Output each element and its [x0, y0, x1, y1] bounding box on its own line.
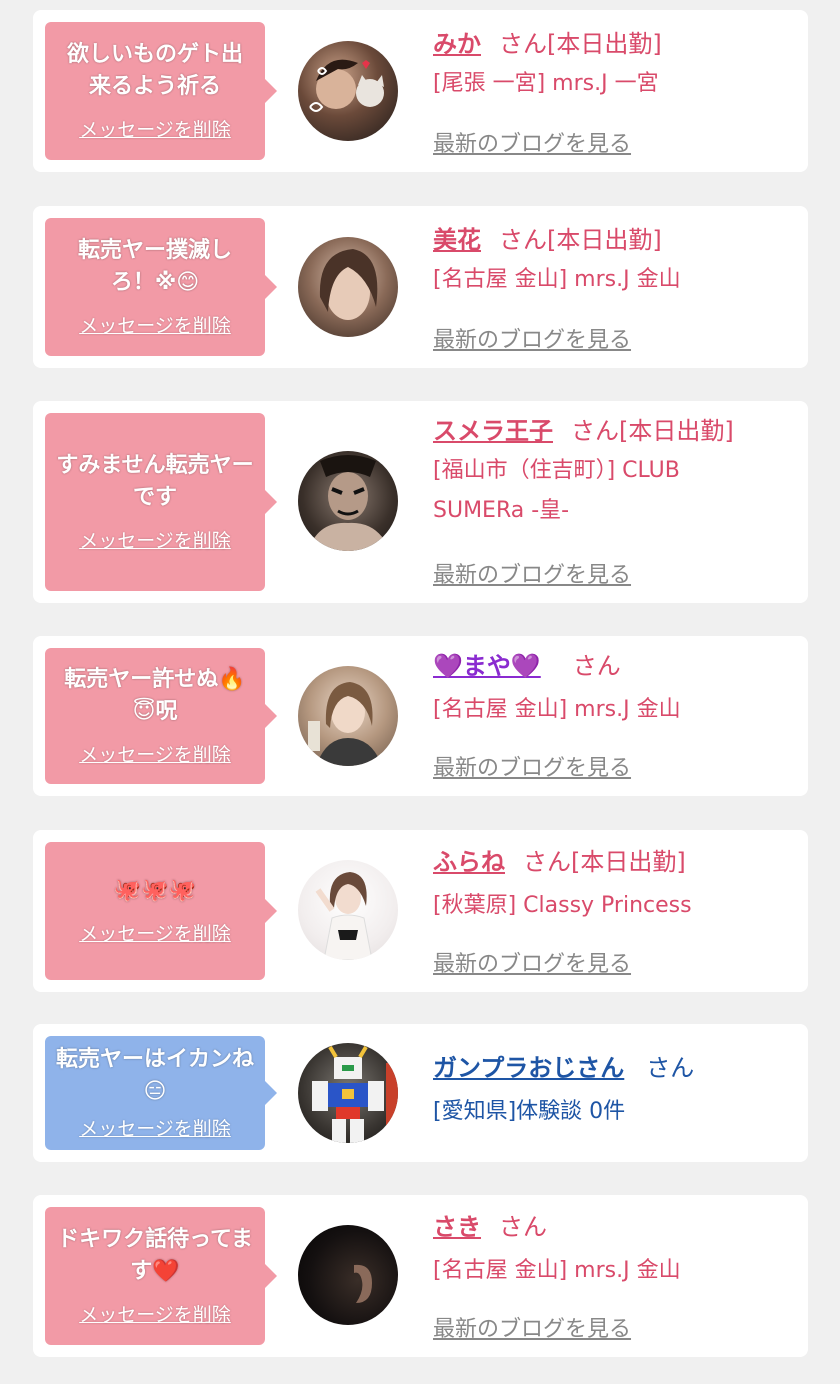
avatar[interactable] — [298, 451, 398, 551]
name-line: スメラ王子 さん[本日出勤] — [433, 411, 798, 451]
message-card: 転売ヤー許せぬ🔥😇呪 メッセージを削除 💜まや💜 さん [名古屋 金山] mrs.… — [33, 636, 808, 796]
message-text: 転売ヤー撲滅しろ！※😊 — [77, 237, 232, 295]
cast-name-link[interactable]: みか — [433, 30, 481, 58]
message-text: 欲しいものゲト出来るよう祈る — [66, 41, 243, 99]
message-bubble: 転売ヤー撲滅しろ！※😊 メッセージを削除 — [45, 218, 277, 356]
avatar[interactable] — [298, 666, 398, 766]
blog-link[interactable]: 最新のブログを見る — [433, 322, 631, 354]
message-text: ドキワク話待ってます❤️ — [57, 1226, 253, 1284]
cast-status: さん — [572, 652, 621, 680]
cast-name-link[interactable]: 美花 — [433, 226, 481, 254]
message-bubble: 欲しいものゲト出来るよう祈る メッセージを削除 — [45, 22, 277, 160]
cast-info: スメラ王子 さん[本日出勤] [福山市（住吉町）] CLUB SUMERa -皇- — [433, 411, 798, 531]
cast-status: さん — [646, 1054, 695, 1082]
dark-ear-closeup-photo-icon — [354, 1264, 372, 1303]
name-line: ふらね さん[本日出勤] — [433, 842, 798, 882]
name-line: 美花 さん[本日出勤] — [433, 220, 798, 260]
woman-posing-photo-icon — [315, 872, 373, 960]
woman-smiling-photo-icon — [308, 682, 382, 766]
message-text: 🐙🐙🐙 — [113, 877, 197, 903]
message-bubble: ドキワク話待ってます❤️ メッセージを削除 — [45, 1207, 277, 1345]
message-card: すみません転売ヤーです メッセージを削除 スメラ王子 さん[本日出勤] [福山市（… — [33, 401, 808, 603]
cast-status: さん[本日出勤] — [499, 30, 662, 58]
message-card: 🐙🐙🐙 メッセージを削除 ふらね さん[本日出勤] [秋葉原] Classy Pr… — [33, 830, 808, 992]
avatar[interactable] — [298, 237, 398, 337]
cast-name-link[interactable]: ガンプラおじさん — [433, 1054, 624, 1082]
name-line: ガンプラおじさん さん — [433, 1048, 798, 1088]
cast-status: さん[本日出勤] — [499, 226, 662, 254]
delete-message-link[interactable]: メッセージを削除 — [79, 1300, 231, 1327]
delete-message-link[interactable]: メッセージを削除 — [79, 919, 231, 946]
cast-info: 美花 さん[本日出勤] [名古屋 金山] mrs.J 金山 — [433, 220, 798, 300]
message-card: 転売ヤー撲滅しろ！※😊 メッセージを削除 美花 さん[本日出勤] [名古屋 金山]… — [33, 206, 808, 368]
message-bubble: 転売ヤーはイカンね😑 メッセージを削除 — [45, 1036, 277, 1150]
cast-name-link[interactable]: 💜まや💜 — [433, 652, 541, 680]
message-text: すみません転売ヤーです — [56, 452, 254, 510]
cast-info: みか さん[本日出勤] [尾張 一宮] mrs.J 一宮 — [433, 24, 798, 104]
name-line: みか さん[本日出勤] — [433, 24, 798, 64]
message-card: ドキワク話待ってます❤️ メッセージを削除 さき さん [名古屋 金山] mrs.… — [33, 1195, 808, 1357]
cast-info: ガンプラおじさん さん [愛知県]体験談 0件 — [433, 1048, 798, 1132]
shop-label: [愛知県]体験談 0件 — [433, 1099, 626, 1124]
cast-info: さき さん [名古屋 金山] mrs.J 金山 — [433, 1207, 798, 1291]
name-line: 💜まや💜 さん — [433, 646, 798, 686]
cast-info: ふらね さん[本日出勤] [秋葉原] Classy Princess — [433, 842, 798, 926]
delete-message-link[interactable]: メッセージを削除 — [79, 740, 231, 767]
message-text: 転売ヤーはイカンね😑 — [55, 1046, 254, 1104]
delete-message-link[interactable]: メッセージを削除 — [79, 115, 231, 142]
message-bubble: すみません転売ヤーです メッセージを削除 — [45, 413, 277, 591]
blog-link[interactable]: 最新のブログを見る — [433, 557, 631, 589]
cast-name-link[interactable]: スメラ王子 — [433, 417, 553, 445]
cast-name-link[interactable]: ふらね — [433, 848, 505, 876]
shop-label: [名古屋 金山] mrs.J 金山 — [433, 697, 681, 722]
message-card: 転売ヤーはイカンね😑 メッセージを削除 ガンプラおじさん さん [愛知県]体験談 … — [33, 1024, 808, 1162]
woman-portrait-photo-icon — [319, 249, 378, 320]
blog-link[interactable]: 最新のブログを見る — [433, 126, 631, 158]
shop-label: [秋葉原] Classy Princess — [433, 893, 692, 918]
woman-with-cat-photo-icon — [309, 59, 384, 112]
kabuki-man-photo-icon — [308, 455, 390, 551]
cast-info: 💜まや💜 さん [名古屋 金山] mrs.J 金山 — [433, 646, 798, 730]
delete-message-link[interactable]: メッセージを削除 — [79, 311, 231, 338]
avatar[interactable] — [298, 1225, 398, 1325]
cast-status: さん — [499, 1213, 547, 1241]
shop-label: [福山市（住吉町）] CLUB SUMERa -皇- — [433, 458, 680, 523]
cast-status: さん[本日出勤] — [523, 848, 686, 876]
delete-message-link[interactable]: メッセージを削除 — [79, 526, 231, 553]
message-bubble: 🐙🐙🐙 メッセージを削除 — [45, 842, 277, 980]
blog-link[interactable]: 最新のブログを見る — [433, 1311, 631, 1343]
shop-label: [名古屋 金山] mrs.J 金山 — [433, 267, 681, 292]
avatar[interactable] — [298, 860, 398, 960]
blog-link[interactable]: 最新のブログを見る — [433, 750, 631, 782]
cast-status: さん[本日出勤] — [571, 417, 734, 445]
message-bubble: 転売ヤー許せぬ🔥😇呪 メッセージを削除 — [45, 648, 277, 784]
message-card: 欲しいものゲト出来るよう祈る メッセージを削除 みか さん[本日出勤] [尾張 一… — [33, 10, 808, 172]
avatar[interactable] — [298, 1043, 398, 1143]
shop-label: [尾張 一宮] mrs.J 一宮 — [433, 71, 659, 96]
blog-link[interactable]: 最新のブログを見る — [433, 946, 631, 978]
shop-label: [名古屋 金山] mrs.J 金山 — [433, 1258, 681, 1283]
cast-name-link[interactable]: さき — [433, 1213, 481, 1241]
delete-message-link[interactable]: メッセージを削除 — [79, 1114, 231, 1141]
gundam-model-photo-icon — [312, 1045, 398, 1143]
message-text: 転売ヤー許せぬ🔥😇呪 — [64, 666, 246, 724]
avatar[interactable] — [298, 41, 398, 141]
name-line: さき さん — [433, 1207, 798, 1247]
